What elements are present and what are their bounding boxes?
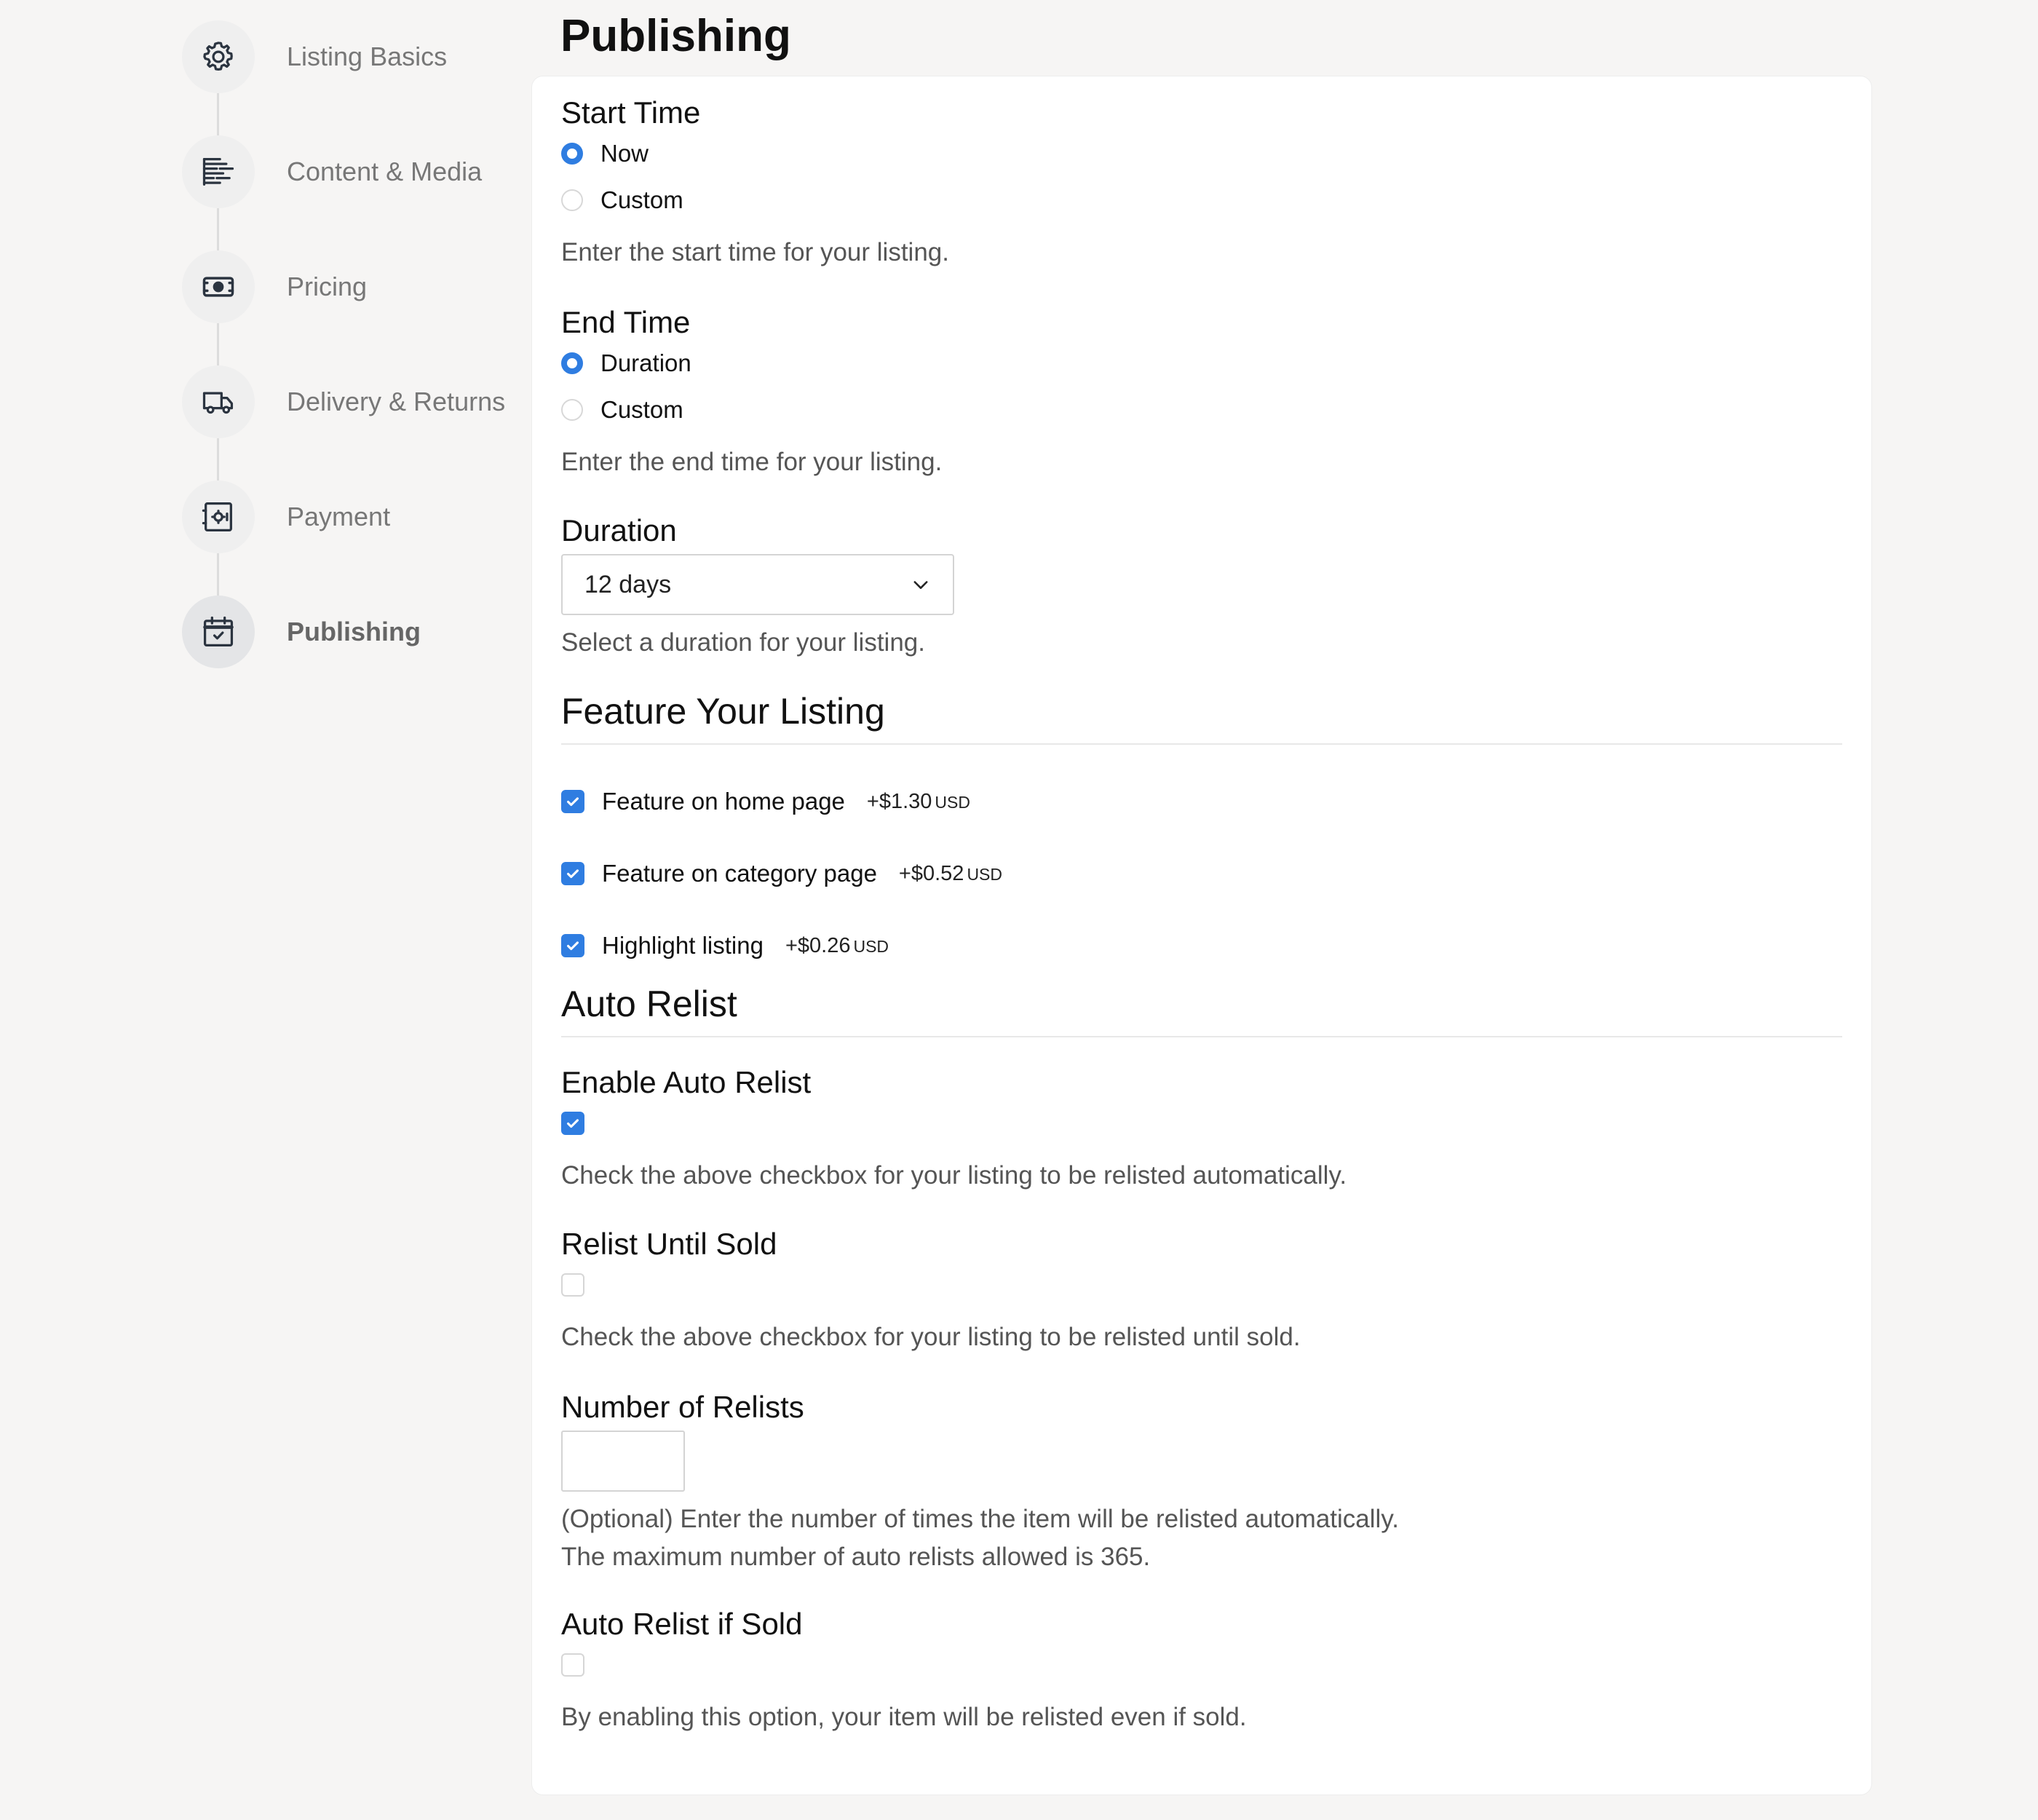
auto-relist-if-sold-label: Auto Relist if Sold xyxy=(561,1607,803,1641)
number-of-relists-label: Number of Relists xyxy=(561,1390,804,1424)
price-currency: USD xyxy=(853,936,889,956)
auto-relist-if-sold-checkbox[interactable] xyxy=(561,1653,584,1677)
relist-until-sold-checkbox[interactable] xyxy=(561,1273,584,1297)
number-of-relists-input[interactable] xyxy=(561,1431,685,1492)
feature-category-page-checkbox[interactable] xyxy=(561,862,584,885)
relist-until-sold-label: Relist Until Sold xyxy=(561,1227,777,1261)
step-label: Publishing xyxy=(287,617,421,646)
checkmark-icon xyxy=(567,1119,579,1128)
step-connector xyxy=(217,553,219,596)
duration-select-value: 12 days xyxy=(584,570,672,598)
price-tag: +$1.30 USD xyxy=(867,790,970,814)
step-icon-wrap xyxy=(182,480,255,553)
text-lines-icon xyxy=(202,158,234,186)
end-time-label: End Time xyxy=(561,305,691,339)
number-of-relists-help: (Optional) Enter the number of times the… xyxy=(561,1505,1399,1533)
step-label: Pricing xyxy=(287,272,368,301)
gear-icon xyxy=(203,41,233,71)
step-connector xyxy=(217,323,219,365)
end-time-custom-option[interactable]: Custom xyxy=(561,392,683,427)
number-of-relists-max-note: The maximum number of auto relists allow… xyxy=(561,1543,1151,1571)
step-icon-wrap xyxy=(182,20,255,93)
duration-label: Duration xyxy=(561,513,677,547)
radio-label: Custom xyxy=(600,396,683,423)
step-connector xyxy=(217,438,219,480)
checkmark-icon xyxy=(567,797,579,807)
end-time-duration-radio[interactable] xyxy=(561,352,583,374)
end-time-duration-option[interactable]: Duration xyxy=(561,346,691,381)
step-icon-wrap xyxy=(182,596,255,668)
highlight-listing-checkbox[interactable] xyxy=(561,934,584,957)
truck-icon xyxy=(202,392,234,414)
step-connector xyxy=(217,93,219,135)
step-connector xyxy=(217,208,219,250)
start-time-now-option[interactable]: Now xyxy=(561,136,649,171)
highlight-listing-option[interactable]: Highlight listing +$0.26 USD xyxy=(561,928,889,963)
step-label: Content & Media xyxy=(287,157,483,186)
price-tag: +$0.26 USD xyxy=(785,934,889,958)
feature-section-title: Feature Your Listing xyxy=(561,691,885,732)
enable-auto-relist-help: Check the above checkbox for your listin… xyxy=(561,1161,1347,1190)
radio-label: Now xyxy=(600,140,649,167)
step-icon-wrap xyxy=(182,365,255,438)
step-label: Delivery & Returns xyxy=(287,387,506,416)
safe-icon xyxy=(202,502,232,532)
step-content-media[interactable]: Content & Media xyxy=(182,135,517,208)
end-time-custom-radio[interactable] xyxy=(561,399,583,421)
relist-until-sold-help: Check the above checkbox for your listin… xyxy=(561,1323,1301,1351)
step-label: Listing Basics xyxy=(287,41,448,71)
enable-auto-relist-option[interactable] xyxy=(561,1106,584,1141)
enable-auto-relist-checkbox[interactable] xyxy=(561,1112,584,1135)
price-amount: +$0.26 xyxy=(785,933,851,957)
auto-relist-section-title: Auto Relist xyxy=(561,984,737,1024)
auto-relist-if-sold-help: By enabling this option, your item will … xyxy=(561,1703,1247,1731)
step-label: Payment xyxy=(287,502,391,531)
checkmark-icon xyxy=(567,941,579,951)
start-time-help: Enter the start time for your listing. xyxy=(561,238,949,266)
price-amount: +$0.52 xyxy=(898,861,964,885)
feature-home-page-checkbox[interactable] xyxy=(561,790,584,813)
step-payment[interactable]: Payment xyxy=(182,480,517,553)
step-publishing[interactable]: Publishing xyxy=(182,596,517,668)
radio-label: Duration xyxy=(600,349,691,376)
price-currency: USD xyxy=(935,792,970,812)
start-time-custom-option[interactable]: Custom xyxy=(561,183,683,218)
section-divider xyxy=(561,743,1842,745)
duration-select[interactable]: 12 days xyxy=(561,554,954,615)
start-time-label: Start Time xyxy=(561,95,701,130)
price-currency: USD xyxy=(967,864,1002,884)
auto-relist-if-sold-option[interactable] xyxy=(561,1647,584,1682)
section-divider xyxy=(561,1036,1842,1037)
chevron-down-icon xyxy=(913,581,928,589)
radio-label: Custom xyxy=(600,186,683,213)
step-listing-basics[interactable]: Listing Basics xyxy=(182,20,517,93)
step-icon-wrap xyxy=(182,135,255,208)
feature-home-page-option[interactable]: Feature on home page +$1.30 USD xyxy=(561,784,970,819)
duration-help: Select a duration for your listing. xyxy=(561,628,925,657)
price-tag: +$0.52 USD xyxy=(899,862,1002,886)
checkbox-label: Feature on category page xyxy=(602,860,877,887)
banknote-icon xyxy=(202,277,234,297)
end-time-help: Enter the end time for your listing. xyxy=(561,448,943,476)
relist-until-sold-option[interactable] xyxy=(561,1267,584,1302)
calendar-check-icon xyxy=(203,616,234,647)
step-delivery-returns[interactable]: Delivery & Returns xyxy=(182,365,517,438)
step-pricing[interactable]: Pricing xyxy=(182,250,517,323)
start-time-custom-radio[interactable] xyxy=(561,189,583,211)
checkbox-label: Feature on home page xyxy=(602,788,845,815)
start-time-now-radio[interactable] xyxy=(561,143,583,165)
checkbox-label: Highlight listing xyxy=(602,932,764,959)
feature-category-page-option[interactable]: Feature on category page +$0.52 USD xyxy=(561,856,1002,891)
price-amount: +$1.30 xyxy=(866,789,932,813)
enable-auto-relist-label: Enable Auto Relist xyxy=(561,1065,812,1099)
publishing-form-card: Start Time Now Custom Enter the start ti… xyxy=(531,76,1872,1795)
page-title: Publishing xyxy=(560,11,791,61)
checkmark-icon xyxy=(567,869,579,879)
step-icon-wrap xyxy=(182,250,255,323)
